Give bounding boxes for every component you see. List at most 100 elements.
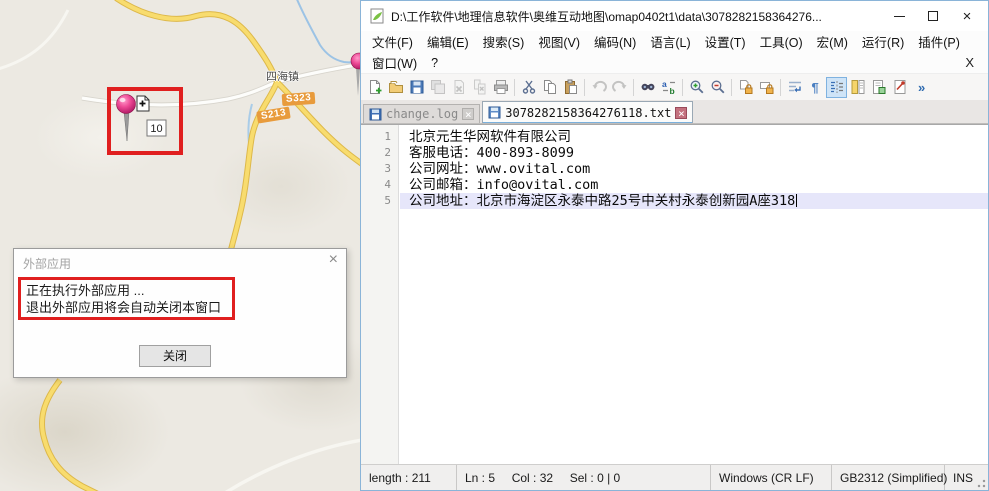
editor-current-line: 公司地址：北京市海淀区永泰中路25号中关村永泰创新园A座318 [400, 193, 988, 209]
pin-highlight-rectangle [107, 87, 183, 155]
notepad-window: D:\工作软件\地理信息软件\奥维互动地图\omap0402t1\data\30… [360, 0, 989, 491]
toolbar-separator [780, 79, 781, 96]
replace-icon[interactable]: ab [658, 77, 679, 98]
resize-grip[interactable] [975, 477, 986, 488]
close-document-x-button[interactable]: X [965, 55, 974, 70]
tab-change-log[interactable]: change.log × [363, 104, 480, 123]
new-file-icon[interactable] [364, 77, 385, 98]
cut-icon[interactable] [518, 77, 539, 98]
menu-run[interactable]: 运行(R) [855, 30, 911, 53]
minimize-icon [894, 16, 905, 17]
maximize-button[interactable] [916, 3, 950, 29]
text-caret [796, 194, 797, 207]
menu-edit[interactable]: 编辑(E) [420, 30, 476, 53]
minor-road [0, 10, 68, 70]
word-wrap-icon[interactable] [784, 77, 805, 98]
zoom-out-icon[interactable] [707, 77, 728, 98]
dialog-message-line1: 正在执行外部应用 ... [26, 282, 221, 299]
close-all-icon[interactable] [469, 77, 490, 98]
close-button[interactable]: × [950, 3, 984, 29]
menu-plugins[interactable]: 插件(P) [911, 30, 967, 53]
document-map-icon[interactable] [847, 77, 868, 98]
menu-window[interactable]: 窗口(W) [365, 51, 424, 74]
menu-encoding[interactable]: 编码(N) [587, 30, 643, 53]
paste-icon[interactable] [560, 77, 581, 98]
toolbar-separator [633, 79, 634, 96]
print-icon[interactable] [490, 77, 511, 98]
sync-horizontal-scroll-icon[interactable] [756, 77, 777, 98]
svg-text:b: b [669, 86, 674, 95]
road-badge-s323: S323 [282, 92, 316, 106]
status-encoding[interactable]: GB2312 (Simplified) [832, 465, 945, 490]
copy-icon[interactable] [539, 77, 560, 98]
line-number: 2 [361, 145, 398, 161]
tab-label: 3078282158364276118.txt [505, 106, 671, 120]
save-all-icon[interactable] [427, 77, 448, 98]
menu-search[interactable]: 搜索(S) [476, 30, 532, 53]
menu-view[interactable]: 视图(V) [531, 30, 587, 53]
tab-bar: change.log × 3078282158364276118.txt × [361, 100, 988, 124]
redo-icon[interactable] [609, 77, 630, 98]
save-icon[interactable] [406, 77, 427, 98]
menu-help[interactable]: ? [424, 54, 445, 72]
find-icon[interactable] [637, 77, 658, 98]
map-roads-layer: 10 [0, 0, 360, 491]
screen: 10 四海镇 S323 S213 外部应用 × 正在执行外部应用 ... 退出外… [0, 0, 989, 491]
editor-line-text: 公司地址：北京市海淀区永泰中路25号中关村永泰创新园A座318 [409, 193, 795, 209]
line-number: 5 [361, 193, 398, 209]
sync-vertical-scroll-icon[interactable] [735, 77, 756, 98]
status-eol-format[interactable]: Windows (CR LF) [711, 465, 832, 490]
minor-road [225, 440, 360, 491]
dialog-close-button[interactable]: 关闭 [139, 345, 211, 367]
town-label: 四海镇 [266, 68, 299, 84]
line-number-gutter: 1 2 3 4 5 [361, 125, 399, 464]
editor-line: 公司邮箱：info@ovital.com [400, 177, 988, 193]
status-cursor-position: Ln : 5 Col : 32 Sel : 0 | 0 [457, 465, 711, 490]
menu-row-1: 文件(F) 编辑(E) 搜索(S) 视图(V) 编码(N) 语言(L) 设置(T… [361, 31, 988, 52]
minimize-button[interactable] [882, 3, 916, 29]
saved-file-icon [488, 106, 501, 119]
dialog-close-icon[interactable]: × [329, 251, 338, 269]
dialog-title: 外部应用 [23, 255, 71, 272]
toolbar-separator [682, 79, 683, 96]
map-pin-partial[interactable] [351, 53, 360, 96]
close-icon: × [963, 9, 972, 24]
menu-tools[interactable]: 工具(O) [753, 30, 810, 53]
window-controls: × [882, 3, 984, 29]
menu-file[interactable]: 文件(F) [365, 30, 420, 53]
menu-row-2: 窗口(W) ? X [361, 52, 988, 73]
status-length: length : 211 [361, 465, 457, 490]
indent-guide-icon[interactable] [826, 77, 847, 98]
tab-3078282158364276118-txt[interactable]: 3078282158364276118.txt × [482, 101, 693, 123]
menu-macro[interactable]: 宏(M) [810, 30, 855, 53]
titlebar[interactable]: D:\工作软件\地理信息软件\奥维互动地图\omap0402t1\data\30… [361, 1, 988, 31]
status-bar: length : 211 Ln : 5 Col : 32 Sel : 0 | 0… [361, 464, 988, 490]
line-number: 1 [361, 129, 398, 145]
window-title: D:\工作软件\地理信息软件\奥维互动地图\omap0402t1\data\30… [391, 8, 882, 25]
tab-close-icon[interactable]: × [675, 107, 687, 119]
toolbar-separator [514, 79, 515, 96]
svg-text:¶: ¶ [811, 80, 818, 95]
zoom-in-icon[interactable] [686, 77, 707, 98]
tab-label: change.log [386, 107, 458, 121]
open-file-icon[interactable] [385, 77, 406, 98]
editor[interactable]: 1 2 3 4 5 北京元生华网软件有限公司 客服电话：400-893-8099… [361, 124, 988, 464]
monitoring-icon[interactable] [889, 77, 910, 98]
toolbar-separator [584, 79, 585, 96]
menu-settings[interactable]: 设置(T) [698, 30, 753, 53]
tab-close-icon[interactable]: × [462, 108, 474, 120]
menu-language[interactable]: 语言(L) [643, 30, 697, 53]
close-file-icon[interactable] [448, 77, 469, 98]
dialog-message: 正在执行外部应用 ... 退出外部应用将会自动关闭本窗口 [26, 282, 221, 316]
function-list-icon[interactable] [868, 77, 889, 98]
toolbar: ab ¶ » [361, 73, 988, 100]
map-canvas[interactable]: 10 四海镇 S323 S213 外部应用 × 正在执行外部应用 ... 退出外… [0, 0, 360, 491]
toolbar-overflow-chevron[interactable]: » [918, 80, 925, 95]
editor-text-area[interactable]: 北京元生华网软件有限公司 客服电话：400-893-8099 公司网址：www.… [400, 125, 988, 209]
editor-line: 北京元生华网软件有限公司 [400, 129, 988, 145]
maximize-icon [928, 11, 938, 21]
river [296, 0, 360, 62]
undo-icon[interactable] [588, 77, 609, 98]
show-all-characters-icon[interactable]: ¶ [805, 77, 826, 98]
menubar: 文件(F) 编辑(E) 搜索(S) 视图(V) 编码(N) 语言(L) 设置(T… [361, 31, 988, 73]
